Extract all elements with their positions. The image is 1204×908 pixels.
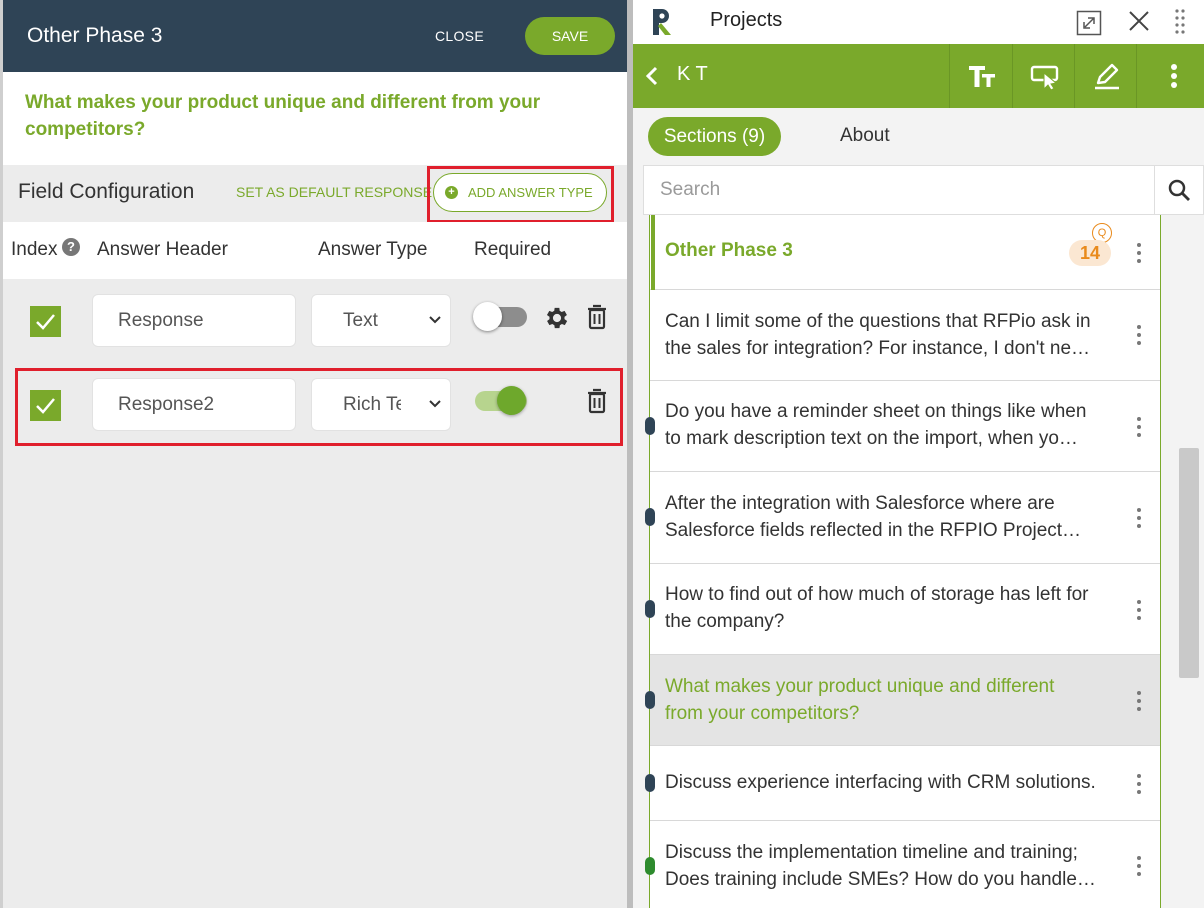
- question-count-badge: 14: [1069, 240, 1111, 266]
- cursor-select-button[interactable]: [1012, 44, 1074, 108]
- chevron-left-icon[interactable]: [645, 66, 659, 86]
- field-configuration-label: Field Configuration: [18, 180, 195, 203]
- index-checkbox[interactable]: [30, 390, 61, 421]
- gear-icon[interactable]: [543, 304, 571, 332]
- plus-circle-icon: +: [445, 186, 458, 199]
- expand-icon[interactable]: [1076, 10, 1102, 36]
- answer-header-input[interactable]: Response: [92, 294, 296, 347]
- field-config-editor: Other Phase 3 CLOSE SAVE What makes your…: [3, 0, 627, 908]
- question-menu-icon[interactable]: [1136, 855, 1142, 877]
- list-item-active[interactable]: What makes your product unique and diffe…: [645, 655, 1160, 746]
- text-size-button[interactable]: [949, 44, 1011, 108]
- field-configuration-bar: Field Configuration SET AS DEFAULT RESPO…: [3, 165, 627, 223]
- list-item[interactable]: Do you have a reminder sheet on things l…: [645, 381, 1160, 472]
- question-text: Can I limit some of the questions that R…: [665, 311, 1091, 359]
- column-answer-header: Answer Header: [97, 239, 228, 260]
- question-menu-icon[interactable]: [1136, 416, 1142, 438]
- question-menu-icon[interactable]: [1136, 690, 1142, 712]
- question-text: Discuss the implementation timeline and …: [665, 842, 1096, 890]
- table-row: Response Text: [3, 279, 627, 359]
- status-marker: [645, 417, 655, 435]
- question-text: What makes your product unique and diffe…: [665, 676, 1055, 724]
- pencil-icon: [1095, 63, 1119, 90]
- status-marker: [645, 508, 655, 526]
- chevron-down-icon: [429, 316, 441, 324]
- answer-type-value: Text: [343, 310, 378, 331]
- editor-title: Other Phase 3: [27, 24, 163, 47]
- app-title: Projects: [710, 9, 783, 31]
- close-button[interactable]: CLOSE: [435, 28, 484, 44]
- list-item[interactable]: After the integration with Salesforce wh…: [645, 472, 1160, 564]
- more-options-button[interactable]: [1136, 44, 1204, 108]
- editor-header: Other Phase 3 CLOSE SAVE: [3, 0, 627, 72]
- search-icon[interactable]: [1167, 178, 1191, 202]
- trash-icon[interactable]: [585, 387, 609, 415]
- edit-button[interactable]: [1074, 44, 1136, 108]
- required-toggle[interactable]: [473, 302, 527, 331]
- question-text: What makes your product unique and diffe…: [25, 92, 541, 140]
- project-name: K T: [677, 63, 708, 85]
- section-menu-icon[interactable]: [1136, 242, 1142, 264]
- answer-type-select[interactable]: Rich Text: [311, 378, 451, 431]
- add-answer-type-button[interactable]: + ADD ANSWER TYPE: [433, 173, 607, 212]
- check-icon: [36, 398, 55, 414]
- question-banner: What makes your product unique and diffe…: [3, 72, 627, 165]
- set-default-response-link[interactable]: SET AS DEFAULT RESPONSE: [236, 184, 432, 200]
- question-text: Discuss experience interfacing with CRM …: [665, 772, 1096, 793]
- required-toggle[interactable]: [475, 386, 527, 415]
- panel-tabs: Sections (9) About: [633, 108, 1204, 165]
- section-accent-bar: [651, 215, 655, 290]
- search-input[interactable]: Search: [660, 179, 720, 201]
- check-icon: [36, 314, 55, 330]
- toggle-knob: [473, 302, 502, 331]
- pointer-select-icon: [1030, 65, 1059, 91]
- save-button[interactable]: SAVE: [525, 17, 615, 55]
- section-header[interactable]: Other Phase 3 Q 14: [650, 215, 1160, 290]
- question-list: Other Phase 3 Q 14 Can I limit some of t…: [645, 215, 1161, 908]
- scrollbar-thumb[interactable]: [1179, 448, 1199, 678]
- question-menu-icon[interactable]: [1136, 773, 1142, 795]
- question-text: How to find out of how much of storage h…: [665, 584, 1089, 632]
- column-answer-type: Answer Type: [318, 239, 428, 260]
- status-marker: [645, 600, 655, 618]
- list-item[interactable]: How to find out of how much of storage h…: [645, 564, 1160, 655]
- search-divider: [1154, 166, 1155, 214]
- status-marker: [645, 857, 655, 875]
- question-text: After the integration with Salesforce wh…: [665, 493, 1082, 541]
- section-name: Other Phase 3: [665, 240, 793, 261]
- chevron-down-icon: [429, 400, 441, 408]
- question-menu-icon[interactable]: [1136, 507, 1142, 529]
- list-item[interactable]: Discuss experience interfacing with CRM …: [645, 746, 1160, 821]
- close-icon[interactable]: [1127, 9, 1151, 33]
- projects-panel: Projects K T Sections (9) About Search O…: [633, 0, 1204, 908]
- help-icon[interactable]: ?: [62, 238, 80, 256]
- search-bar[interactable]: Search: [643, 165, 1204, 215]
- text-size-icon: [969, 66, 995, 87]
- more-vertical-icon: [1171, 64, 1177, 88]
- table-header: Index ? Answer Header Answer Type Requir…: [3, 222, 627, 279]
- toggle-knob: [497, 386, 526, 415]
- answer-type-select[interactable]: Text: [311, 294, 451, 347]
- list-item[interactable]: Can I limit some of the questions that R…: [650, 290, 1160, 381]
- app-logo-icon: [653, 9, 671, 35]
- question-menu-icon[interactable]: [1136, 324, 1142, 346]
- table-row: Response2 Rich Text: [3, 363, 627, 443]
- window-title-bar: Projects: [633, 0, 1204, 44]
- answer-header-input[interactable]: Response2: [92, 378, 296, 431]
- column-index: Index: [11, 239, 58, 260]
- status-marker: [645, 691, 655, 709]
- column-required: Required: [474, 239, 552, 260]
- tab-about[interactable]: About: [840, 125, 890, 147]
- tab-sections[interactable]: Sections (9): [648, 117, 781, 156]
- answer-type-value: Rich Text: [343, 394, 401, 415]
- list-item[interactable]: Discuss the implementation timeline and …: [645, 821, 1160, 908]
- drag-handle-icon[interactable]: [1174, 8, 1186, 34]
- status-marker: [645, 774, 655, 792]
- project-toolbar: K T: [633, 44, 1204, 108]
- question-text: Do you have a reminder sheet on things l…: [665, 401, 1087, 449]
- add-answer-type-label: ADD ANSWER TYPE: [468, 185, 593, 200]
- index-checkbox[interactable]: [30, 306, 61, 337]
- question-menu-icon[interactable]: [1136, 599, 1142, 621]
- trash-icon[interactable]: [585, 303, 609, 331]
